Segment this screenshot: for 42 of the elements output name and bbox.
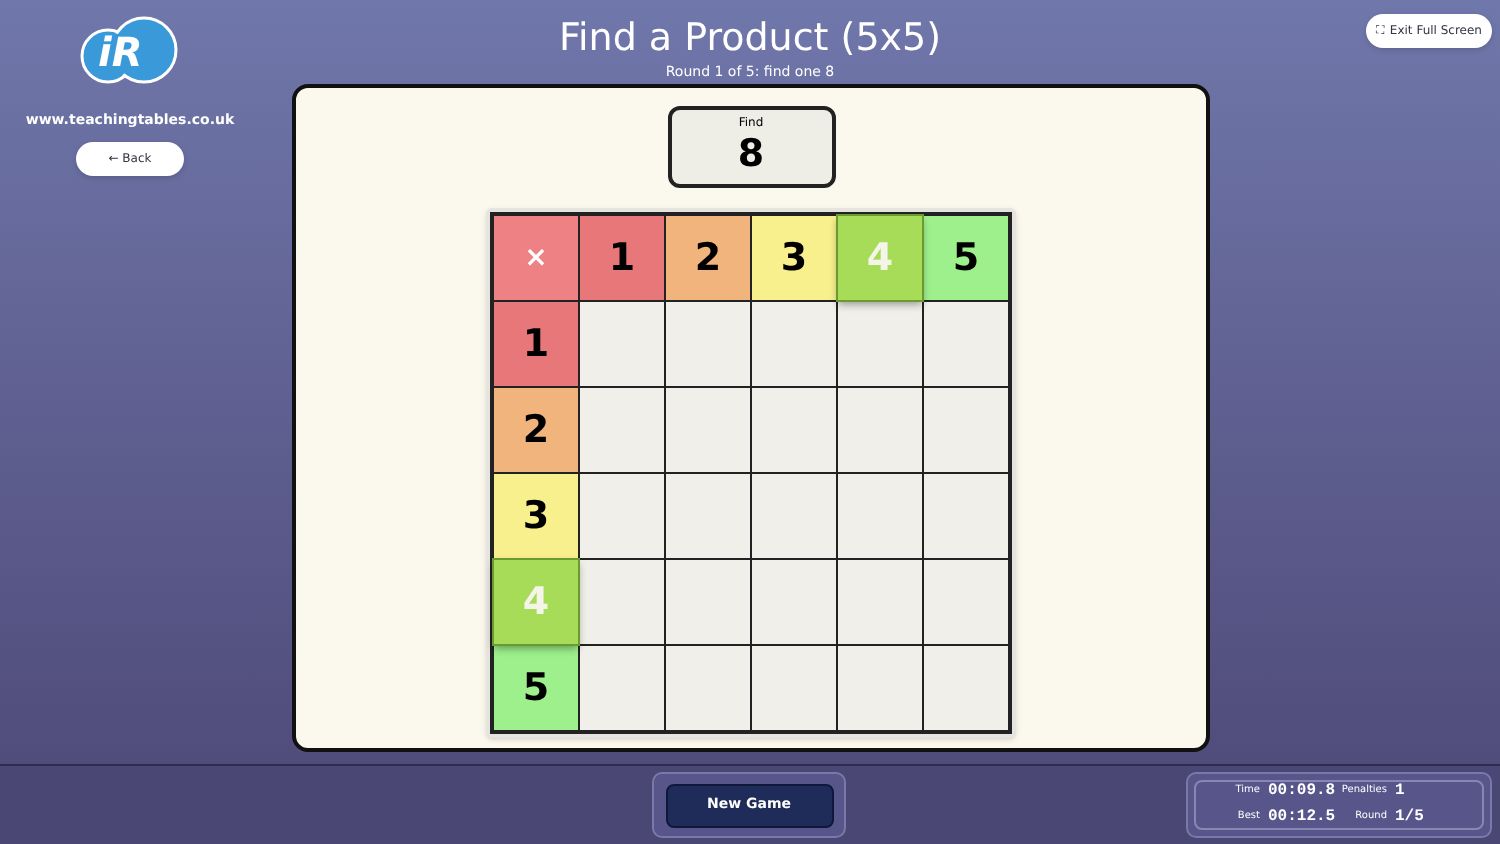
grid-cell[interactable] [580,388,664,472]
grid-cell[interactable] [666,474,750,558]
page-title: Find a Product (5x5) [558,14,942,64]
grid-cell[interactable] [580,646,664,730]
grid-cell[interactable] [580,474,664,558]
grid-cell[interactable] [752,388,836,472]
grid-cell[interactable] [838,388,922,472]
column-header[interactable]: 3 [752,216,836,300]
grid-cell[interactable] [838,474,922,558]
column-header[interactable]: 1 [580,216,664,300]
grid-cell[interactable] [924,474,1008,558]
row-header[interactable]: 5 [494,646,578,730]
multiply-corner: × [494,216,578,300]
grid-cell[interactable] [924,560,1008,644]
grid-cell[interactable] [752,302,836,386]
column-header[interactable]: 2 [666,216,750,300]
grid-cell[interactable] [666,646,750,730]
grid-cell[interactable] [838,646,922,730]
logo-text: iR [98,26,143,78]
stat-value: 00:09.8 [1268,780,1336,804]
grid-cell[interactable] [752,646,836,730]
row-header[interactable]: 3 [494,474,578,558]
grid-cell[interactable] [924,302,1008,386]
logo-icon [80,16,180,88]
row-header[interactable]: 1 [494,302,578,386]
stat-value: 1 [1395,780,1405,804]
grid-cell[interactable] [580,560,664,644]
row-header[interactable]: 2 [494,388,578,472]
grid-cell[interactable] [838,302,922,386]
grid-cell[interactable] [924,646,1008,730]
stat-value: 00:12.5 [1268,806,1336,830]
grid-cell[interactable] [752,560,836,644]
grid-cell[interactable] [666,560,750,644]
grid-cell[interactable] [924,388,1008,472]
grid-cell[interactable] [838,560,922,644]
grid-cell[interactable] [580,302,664,386]
stat-value: 1/5 [1395,806,1424,830]
column-header[interactable]: 5 [924,216,1008,300]
grid-cell[interactable] [666,302,750,386]
target-number: 8 [737,132,765,176]
grid-cell[interactable] [666,388,750,472]
grid-cell[interactable] [752,474,836,558]
